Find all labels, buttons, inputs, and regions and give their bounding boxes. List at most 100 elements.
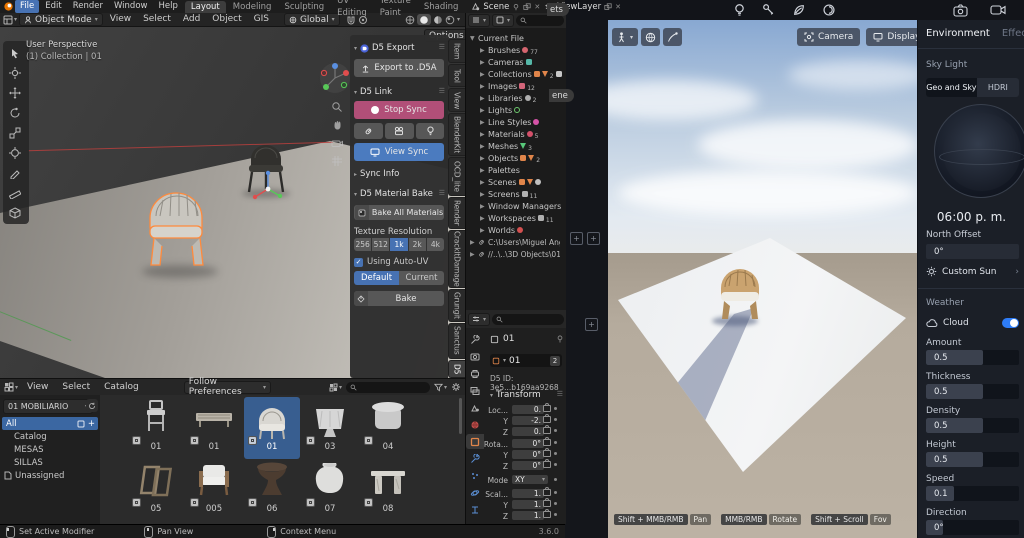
asset-filter-dropdown[interactable]: ▾ [433,383,447,392]
asset-item[interactable]: 03 [302,397,358,459]
unlink-scene-icon[interactable]: ✕ [534,3,540,11]
rendered-shading-icon[interactable] [445,15,455,25]
view-menu[interactable]: View [105,13,136,26]
scale-y-field[interactable]: 1. [512,500,544,509]
asset-catalog-menu[interactable]: Catalog [99,381,144,394]
import-method-dropdown[interactable]: Follow Preferences ▾ [183,377,271,397]
camera-view-icon[interactable] [331,137,347,153]
tool-properties-tab[interactable] [466,332,484,347]
outliner-row-windowmanagers[interactable]: ▶ Window Managers [466,200,566,212]
outliner-filter-dropdown[interactable]: ▾ [492,13,515,27]
lock-icon[interactable] [543,403,551,412]
lock-icon[interactable] [543,437,551,446]
rot-y-field[interactable]: 0° [512,450,544,459]
animate-dot[interactable] [554,418,557,421]
viewlayer-properties-tab[interactable] [466,383,484,398]
lock-icon[interactable] [543,498,551,507]
menu-edit[interactable]: Edit [40,0,66,13]
animate-dot[interactable] [554,513,557,516]
transform-tool[interactable] [4,143,26,162]
north-offset-field[interactable]: 0° [926,244,1019,259]
res-1k[interactable]: 1k [390,238,408,251]
asset-item[interactable]: 01 [128,397,184,459]
workspace-tab-modeling[interactable]: Modeling [227,1,278,13]
outliner-row-lights[interactable]: ▶ Lights [466,104,566,116]
catalog-sillas[interactable]: SILLAS [0,456,100,469]
object-name-field[interactable]: ▾ 01 2 [490,354,562,367]
animate-dot[interactable] [554,429,557,432]
asset-item[interactable]: 08 [360,459,416,521]
animate-dot[interactable] [554,441,557,444]
catalog-mesas[interactable]: MESAS [0,443,100,456]
menu-help[interactable]: Help [153,0,182,13]
scene-tab-fragment[interactable]: ene [549,89,574,102]
tab-view[interactable]: View [448,88,465,112]
thickness-slider[interactable]: 0.5 [926,384,1019,399]
rotation-mode-dropdown[interactable]: XY ▾ [512,475,548,484]
rot-z-field[interactable]: 0° [512,461,544,470]
outliner-root-row[interactable]: ▼ Current File [466,32,566,44]
asset-search-input[interactable] [345,381,430,393]
gis-menu[interactable]: GIS [249,13,274,26]
properties-editor-dropdown[interactable]: ▾ [468,312,491,326]
tab-render[interactable]: Render [448,196,465,230]
asset-select-menu[interactable]: Select [57,381,95,394]
selected-chair-object[interactable] [140,181,214,273]
workspace-tab-layout[interactable]: Layout [184,0,226,13]
properties-search-input[interactable] [492,313,564,325]
asset-item[interactable]: 04 [360,397,416,459]
nature-category-icon[interactable] [792,3,806,17]
render-video-icon[interactable] [990,4,1006,16]
d5-viewport[interactable]: ▾ Camera Display ▾ Shift + MMB/RMBPan MM… [608,20,917,538]
asset-editor-dropdown[interactable]: ▾ [4,382,18,392]
outliner-row-workspaces[interactable]: ▶ Workspaces 11 [466,212,566,224]
asset-view-menu[interactable]: View [22,381,53,394]
scene-selector[interactable]: Scene ✕ [471,2,540,12]
pin-icon[interactable] [512,3,520,11]
view-sync-button[interactable]: View Sync [354,143,444,161]
move-tool[interactable] [4,83,26,102]
tab-ocd-lite[interactable]: OCD_lite [448,157,465,196]
refresh-library-button[interactable] [86,399,98,412]
render-properties-tab[interactable] [466,349,484,364]
menu-file[interactable]: File [15,0,40,13]
auto-uv-row[interactable]: ✓ Using Auto-UV [354,257,429,267]
editor-type-dropdown[interactable]: ▾ [3,15,17,25]
animate-dot[interactable] [554,463,557,466]
outliner-row-cameras[interactable]: ▶ Cameras [466,56,566,68]
new-scene-icon[interactable] [523,2,531,11]
cloud-toggle[interactable] [1002,318,1019,328]
object-menu[interactable]: Object [207,13,246,26]
material-category-icon[interactable] [762,3,776,17]
path-icon[interactable] [663,28,683,46]
asset-item[interactable]: 05 [128,459,184,521]
effects-category-icon[interactable] [822,3,836,17]
asset-library-dropdown[interactable]: 01 MOBILIARIO▾ [3,399,93,414]
tab-d5[interactable]: D5 [448,359,465,378]
loc-z-field[interactable]: 0. [512,427,544,436]
sync-light-button[interactable] [416,123,444,139]
remove-viewlayer-icon[interactable]: ✕ [615,3,621,11]
outliner-row-worlds[interactable]: ▶ Worlds [466,224,566,236]
outliner-row-collections[interactable]: ▶ Collections 2 [466,68,566,80]
amount-slider[interactable]: 0.5 [926,350,1019,365]
outliner-display-mode-dropdown[interactable]: ▾ [468,13,491,27]
tab-effect[interactable]: Effect [1002,28,1024,39]
display-button[interactable]: Display [866,28,917,46]
sync-camera-button[interactable] [385,123,414,139]
tab-grungit[interactable]: Grungit [448,288,465,322]
material-bake-header[interactable]: ▾ D5 Material Bake [354,189,433,199]
pan-hand-icon[interactable] [331,119,347,135]
measure-tool[interactable] [4,183,26,202]
custom-sun-row[interactable]: Custom Sun › [926,266,1019,277]
outliner-row-scenes[interactable]: ▶ Scenes [466,176,566,188]
uv-default-button[interactable]: Default [354,271,399,285]
asset-scrollbar[interactable] [459,398,462,434]
speed-slider[interactable]: 0.1 [926,486,1019,501]
solid-shading-button[interactable] [416,14,431,25]
mode-dropdown[interactable]: Object Mode ▾ [19,13,103,26]
asset-item[interactable]: 07 [302,459,358,521]
globe-icon[interactable] [641,28,661,46]
res-256[interactable]: 256 [354,238,372,251]
time-value[interactable]: 06:00 p. m. [918,210,1024,224]
